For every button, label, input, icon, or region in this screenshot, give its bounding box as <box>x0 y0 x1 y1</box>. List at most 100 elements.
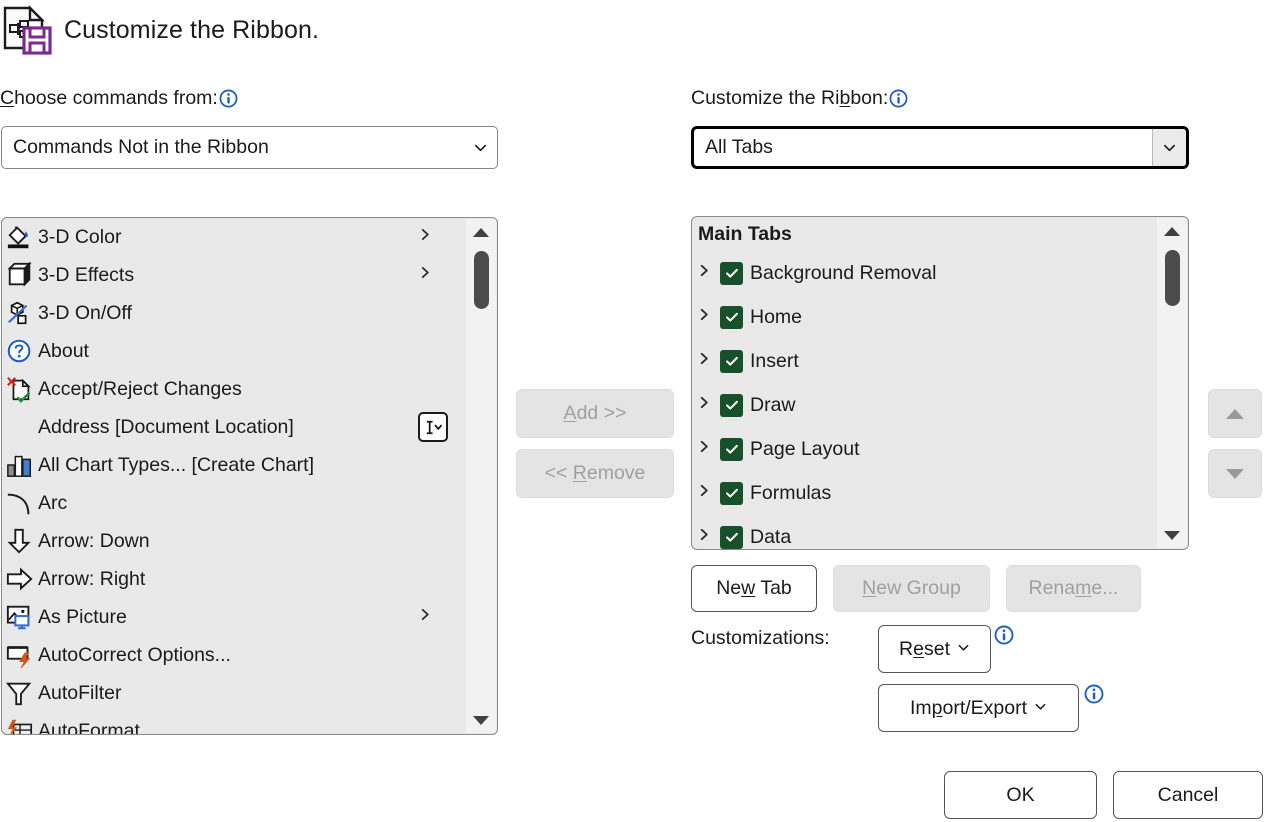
ribbon-tab-row[interactable]: Draw <box>692 383 1154 427</box>
ribbon-tab-row[interactable]: Page Layout <box>692 427 1154 471</box>
remove-button-accel: R <box>573 462 587 484</box>
scrollbar-track[interactable] <box>1157 244 1187 522</box>
ribbon-tab-checkbox[interactable] <box>720 262 743 285</box>
expand-chevron-icon[interactable] <box>698 483 720 503</box>
expand-chevron-icon[interactable] <box>698 395 720 415</box>
new-tab-button[interactable]: New Tab <box>691 565 817 612</box>
cancel-button-label: Cancel <box>1158 784 1219 807</box>
scrollbar-thumb[interactable] <box>1165 250 1180 306</box>
chevron-right-icon[interactable] <box>419 227 432 247</box>
ribbon-tab-checkbox[interactable] <box>720 438 743 461</box>
command-list-item[interactable]: Arrow: Down <box>2 522 462 560</box>
command-list-item-label: AutoCorrect Options... <box>38 644 231 667</box>
expand-chevron-icon[interactable] <box>698 307 720 327</box>
ribbon-tab-label: Home <box>750 306 802 329</box>
ribbon-tab-row[interactable]: Data <box>692 515 1154 549</box>
customize-ribbon-text-post: bon: <box>850 87 888 110</box>
text-input-combo-icon[interactable] <box>418 412 448 442</box>
ribbon-tab-checkbox[interactable] <box>720 350 743 373</box>
chevron-down-icon[interactable] <box>1152 129 1186 166</box>
customize-ribbon-accel: b <box>839 87 850 110</box>
move-up-arrow-icon <box>1226 409 1244 419</box>
funnel-icon <box>5 678 35 708</box>
ribbon-tab-checkbox[interactable] <box>720 394 743 417</box>
command-list-item-label: All Chart Types... [Create Chart] <box>38 454 314 477</box>
ok-button[interactable]: OK <box>944 771 1097 819</box>
command-list-item[interactable]: 3-D Effects <box>2 256 462 294</box>
chevron-right-icon[interactable] <box>419 607 432 627</box>
commands-list[interactable]: 3-D Color3-D Effects3-D On/OffAboutAccep… <box>2 218 462 734</box>
rename-button[interactable]: Rename... <box>1006 565 1141 612</box>
expand-chevron-icon[interactable] <box>698 527 720 547</box>
command-list-item[interactable]: 3-D On/Off <box>2 294 462 332</box>
page-title: Customize the Ribbon. <box>64 16 319 45</box>
scrollbar-thumb[interactable] <box>474 251 489 309</box>
command-list-item[interactable]: AutoCorrect Options... <box>2 636 462 674</box>
customize-ribbon-combo[interactable]: All Tabs <box>691 126 1189 169</box>
import-export-button[interactable]: Import/Export <box>878 684 1079 732</box>
scroll-up-arrow-icon[interactable] <box>1157 218 1187 244</box>
info-icon[interactable] <box>889 89 908 108</box>
rename-pre: Rena <box>1029 577 1076 599</box>
new-tab-pre: Ne <box>716 577 741 599</box>
chevron-right-icon[interactable] <box>419 265 432 285</box>
ribbon-tab-label: Insert <box>750 350 799 373</box>
ribbon-tab-row[interactable]: Home <box>692 295 1154 339</box>
commands-list-scrollbar[interactable] <box>466 219 496 733</box>
ribbon-tree-list[interactable]: Background Removal Home Insert Draw Page Lay… <box>692 251 1154 549</box>
scroll-down-arrow-icon[interactable] <box>466 707 496 733</box>
choose-commands-from-label: Choose commands from: <box>0 87 238 110</box>
add-button-accel: A <box>564 402 577 424</box>
chevron-down-icon <box>1034 700 1047 717</box>
ribbon-tree-panel[interactable]: Main Tabs Background RemovalHomeInsertDr… <box>691 216 1189 550</box>
cube-3d-icon <box>5 260 35 290</box>
item-icon-placeholder <box>5 412 35 442</box>
choose-commands-accel: C <box>0 87 14 110</box>
expand-chevron-icon[interactable] <box>698 439 720 459</box>
new-group-button[interactable]: New Group <box>833 565 990 612</box>
ribbon-tab-label: Page Layout <box>750 438 860 461</box>
command-list-item[interactable]: All Chart Types... [Create Chart] <box>2 446 462 484</box>
choose-commands-text: hoose commands from: <box>14 87 218 110</box>
expand-chevron-icon[interactable] <box>698 263 720 283</box>
move-up-button[interactable] <box>1208 389 1262 438</box>
move-down-button[interactable] <box>1208 449 1262 498</box>
scroll-down-arrow-icon[interactable] <box>1157 522 1187 548</box>
command-list-item[interactable]: About <box>2 332 462 370</box>
ribbon-tab-checkbox[interactable] <box>720 526 743 549</box>
choose-commands-from-combo[interactable]: Commands Not in the Ribbon <box>1 126 498 169</box>
expand-chevron-icon[interactable] <box>698 351 720 371</box>
command-list-item[interactable]: 3-D Color <box>2 218 462 256</box>
remove-button[interactable]: << Remove <box>516 449 674 498</box>
ribbon-tab-row[interactable]: Formulas <box>692 471 1154 515</box>
cancel-button[interactable]: Cancel <box>1113 771 1263 819</box>
command-list-item[interactable]: AutoFilter <box>2 674 462 712</box>
add-button[interactable]: Add >> <box>516 389 674 438</box>
ribbon-tab-checkbox[interactable] <box>720 306 743 329</box>
ribbon-tab-label: Formulas <box>750 482 831 505</box>
autocorrect-icon <box>5 640 35 670</box>
ribbon-tab-label: Draw <box>750 394 796 417</box>
info-icon[interactable] <box>219 89 238 108</box>
command-list-item[interactable]: As Picture <box>2 598 462 636</box>
command-list-item-label: Arrow: Right <box>38 568 145 591</box>
command-list-item[interactable]: AutoFormat <box>2 712 462 734</box>
ribbon-tab-row[interactable]: Background Removal <box>692 251 1154 295</box>
add-button-label: dd >> <box>577 402 627 424</box>
commands-list-panel[interactable]: 3-D Color3-D Effects3-D On/OffAboutAccep… <box>1 217 498 735</box>
command-list-item[interactable]: Arrow: Right <box>2 560 462 598</box>
info-icon[interactable] <box>1084 684 1104 704</box>
chart-column-icon <box>5 450 35 480</box>
command-list-item[interactable]: Address [Document Location] <box>2 408 462 446</box>
command-list-item[interactable]: Arc <box>2 484 462 522</box>
ribbon-tab-row[interactable]: Insert <box>692 339 1154 383</box>
info-icon[interactable] <box>994 625 1014 645</box>
reset-button[interactable]: Reset <box>878 625 991 673</box>
scrollbar-track[interactable] <box>466 245 496 707</box>
ribbon-tree-scrollbar[interactable] <box>1157 218 1187 548</box>
command-list-item[interactable]: Accept/Reject Changes <box>2 370 462 408</box>
new-group-post: ew Group <box>876 577 961 599</box>
scroll-up-arrow-icon[interactable] <box>466 219 496 245</box>
reset-pre: R <box>899 638 913 660</box>
ribbon-tab-checkbox[interactable] <box>720 482 743 505</box>
